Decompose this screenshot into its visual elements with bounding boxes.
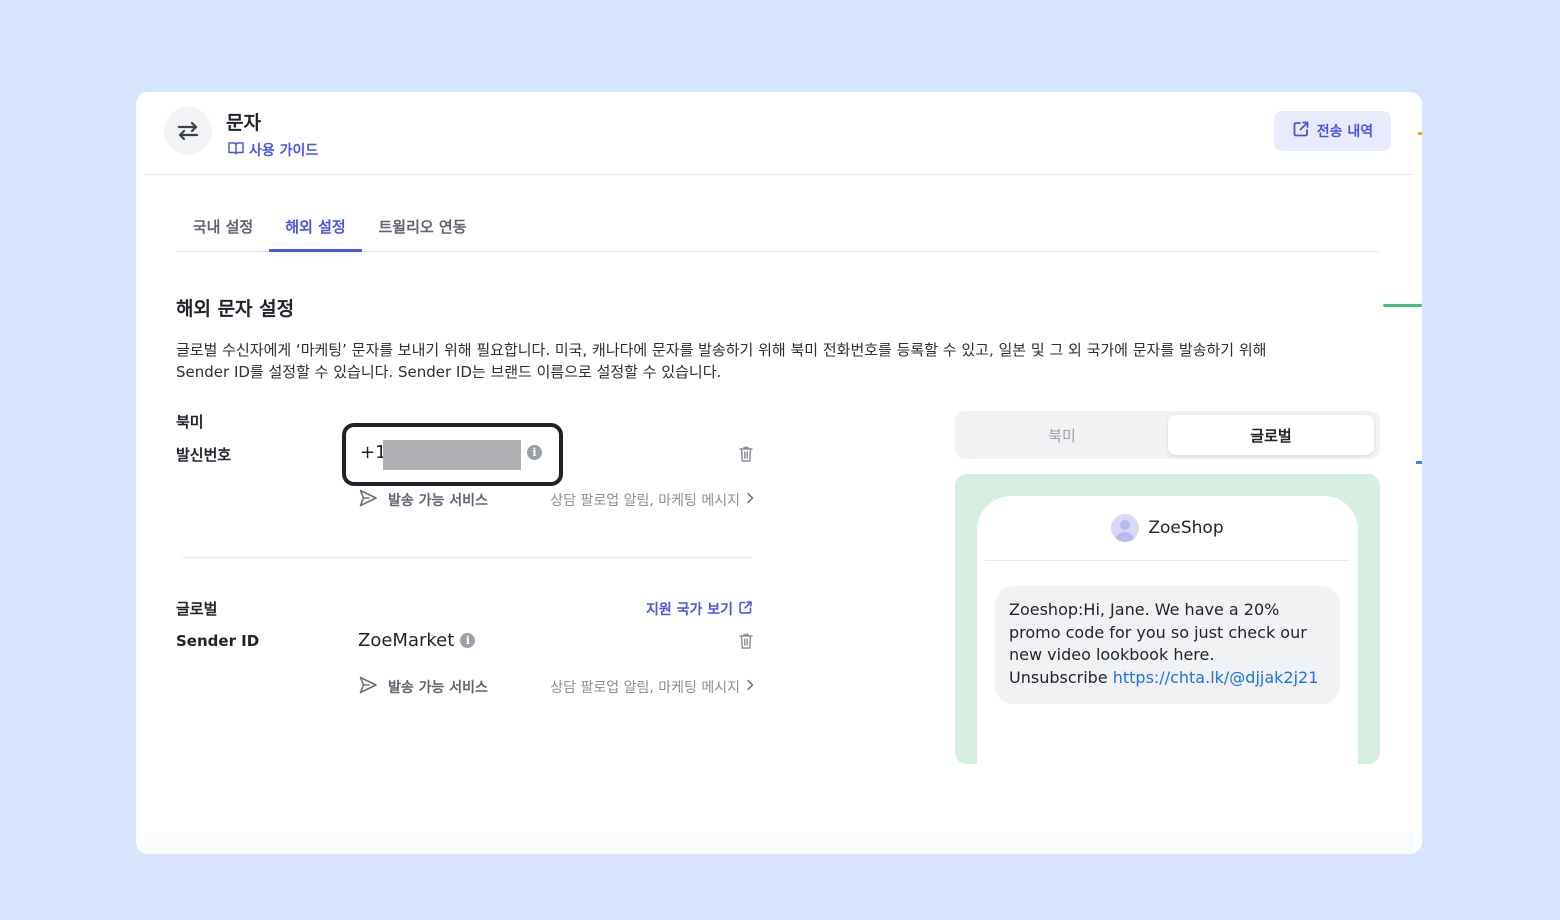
edge-decoration bbox=[1383, 304, 1422, 307]
edge-decoration bbox=[1418, 132, 1422, 135]
service-label: 발송 가능 서비스 bbox=[388, 680, 488, 696]
send-plane-icon bbox=[358, 488, 378, 512]
sender-number-field[interactable]: +1 i bbox=[342, 423, 563, 486]
delete-number-trash-icon[interactable] bbox=[738, 445, 754, 463]
sender-id-text: ZoeMarket bbox=[358, 630, 455, 651]
page-header: 문자 사용 가이드 전송 내역 bbox=[136, 92, 1422, 176]
swap-arrows-icon bbox=[164, 107, 212, 155]
unsubscribe-text: Unsubscribe bbox=[1009, 667, 1108, 687]
supported-countries-label: 지원 국가 보기 bbox=[646, 602, 734, 618]
settings-card: 문자 사용 가이드 전송 내역 국내 설정 해외 설정 트윌리오 연동 해외 문… bbox=[136, 92, 1422, 854]
delete-sender-id-trash-icon[interactable] bbox=[738, 632, 754, 650]
message-bubble: Zoeshop:Hi, Jane. We have a 20% promo co… bbox=[995, 586, 1340, 704]
send-history-label: 전송 내역 bbox=[1316, 124, 1374, 140]
chevron-right-icon bbox=[746, 492, 754, 508]
sender-id-value: ZoeMarket i bbox=[358, 630, 476, 651]
supported-countries-link[interactable]: 지원 국가 보기 bbox=[646, 599, 753, 619]
card-footer-strip bbox=[144, 832, 1414, 854]
service-label: 발송 가능 서비스 bbox=[388, 493, 488, 509]
message-line: new video lookbook here. bbox=[1009, 645, 1215, 664]
chevron-right-icon bbox=[746, 679, 754, 695]
sender-number-label: 발신번호 bbox=[176, 446, 232, 464]
message-line: promo code for you so just check our bbox=[1009, 622, 1307, 642]
global-label: 글로벌 bbox=[176, 600, 218, 618]
phone-mockup: ZoeShop Zoeshop:Hi, Jane. We have a 20% … bbox=[977, 496, 1358, 764]
message-preview: ZoeShop Zoeshop:Hi, Jane. We have a 20% … bbox=[955, 474, 1380, 764]
external-link-icon bbox=[738, 600, 753, 619]
description-line: Sender ID를 설정할 수 있습니다. Sender ID는 브랜드 이름… bbox=[176, 363, 722, 381]
sender-id-label: Sender ID bbox=[176, 632, 260, 650]
service-value: 상담 팔로업 알림, 마케팅 메시지 bbox=[550, 677, 754, 697]
info-icon[interactable]: i bbox=[527, 445, 542, 460]
tab-overseas-settings[interactable]: 해외 설정 bbox=[269, 208, 362, 252]
tab-twilio-integration[interactable]: 트윌리오 연동 bbox=[372, 208, 473, 252]
section-description: 글로벌 수신자에게 ‘마케팅’ 문자를 보내기 위해 필요합니다. 미국, 캐나… bbox=[176, 339, 1376, 383]
toggle-global[interactable]: 글로벌 bbox=[1168, 415, 1374, 455]
section-divider bbox=[182, 557, 752, 558]
header-divider bbox=[144, 174, 1414, 175]
north-america-service-row[interactable]: 발송 가능 서비스 상담 팔로업 알림, 마케팅 메시지 bbox=[358, 488, 754, 512]
chat-divider bbox=[985, 560, 1350, 561]
user-guide-label: 사용 가이드 bbox=[249, 143, 319, 159]
info-icon[interactable]: i bbox=[460, 633, 476, 648]
send-history-button[interactable]: 전송 내역 bbox=[1274, 111, 1391, 151]
preview-region-toggle: 북미 글로벌 bbox=[955, 411, 1380, 459]
user-guide-link[interactable]: 사용 가이드 bbox=[228, 140, 318, 160]
page-title: 문자 bbox=[226, 112, 261, 134]
global-service-row[interactable]: 발송 가능 서비스 상담 팔로업 알림, 마케팅 메시지 bbox=[358, 675, 754, 699]
book-icon bbox=[228, 141, 244, 159]
redacted-number bbox=[383, 440, 521, 470]
settings-tabs: 국내 설정 해외 설정 트윌리오 연동 bbox=[176, 208, 1380, 252]
description-line: 글로벌 수신자에게 ‘마케팅’ 문자를 보내기 위해 필요합니다. 미국, 캐나… bbox=[176, 341, 1267, 359]
avatar bbox=[1111, 514, 1140, 542]
message-line: Unsubscribe https://chta.lk/@djjak2j21 bbox=[1009, 667, 1326, 690]
message-line: Zoeshop:Hi, Jane. We have a 20% bbox=[1009, 600, 1280, 619]
service-value: 상담 팔로업 알림, 마케팅 메시지 bbox=[550, 490, 754, 510]
tab-domestic-settings[interactable]: 국내 설정 bbox=[176, 208, 270, 252]
shop-name: ZoeShop bbox=[1148, 518, 1224, 538]
chat-header: ZoeShop bbox=[977, 496, 1358, 560]
external-link-icon bbox=[1292, 120, 1310, 142]
send-plane-icon bbox=[358, 675, 378, 699]
unsubscribe-link[interactable]: https://chta.lk/@djjak2j21 bbox=[1113, 668, 1319, 687]
service-value-text: 상담 팔로업 알림, 마케팅 메시지 bbox=[550, 493, 740, 509]
north-america-label: 북미 bbox=[176, 413, 204, 431]
toggle-north-america[interactable]: 북미 bbox=[959, 415, 1165, 455]
edge-decoration bbox=[1416, 461, 1422, 464]
section-title: 해외 문자 설정 bbox=[176, 298, 295, 320]
service-value-text: 상담 팔로업 알림, 마케팅 메시지 bbox=[550, 680, 740, 696]
